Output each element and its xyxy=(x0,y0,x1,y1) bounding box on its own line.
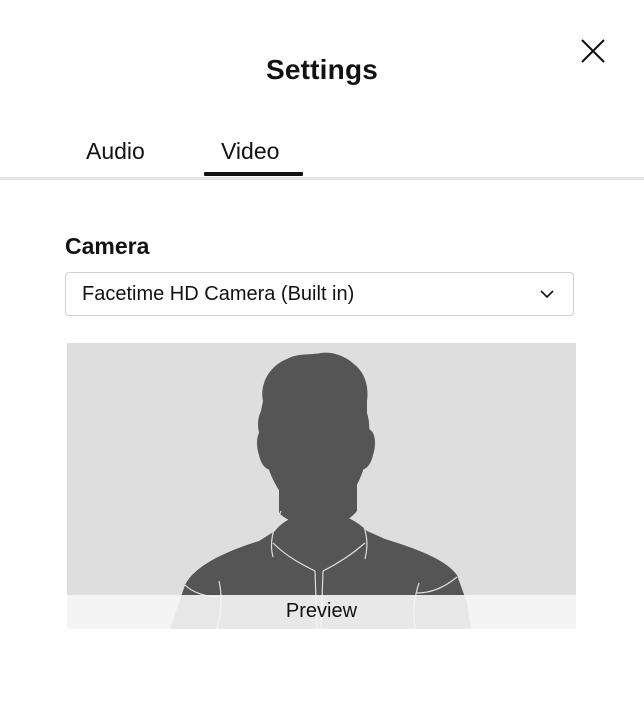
active-tab-indicator xyxy=(204,172,303,176)
camera-select[interactable]: Facetime HD Camera (Built in) xyxy=(65,272,574,316)
tab-audio[interactable]: Audio xyxy=(86,136,145,166)
tabs-divider xyxy=(0,177,644,180)
settings-dialog: Settings Audio Video Camera Facetime HD … xyxy=(0,0,644,724)
person-silhouette-image xyxy=(170,352,471,629)
close-icon[interactable] xyxy=(578,36,608,66)
dialog-title: Settings xyxy=(265,54,379,85)
camera-label: Camera xyxy=(65,233,150,259)
chevron-down-icon xyxy=(540,290,554,299)
tab-video[interactable]: Video xyxy=(221,136,279,166)
tab-bar: Audio Video xyxy=(0,128,644,180)
camera-select-value: Facetime HD Camera (Built in) xyxy=(82,283,355,305)
preview-label: Preview xyxy=(285,600,358,622)
preview-caption-bar: Preview xyxy=(67,595,576,629)
close-button[interactable] xyxy=(578,36,608,66)
camera-preview: Preview xyxy=(67,343,576,629)
